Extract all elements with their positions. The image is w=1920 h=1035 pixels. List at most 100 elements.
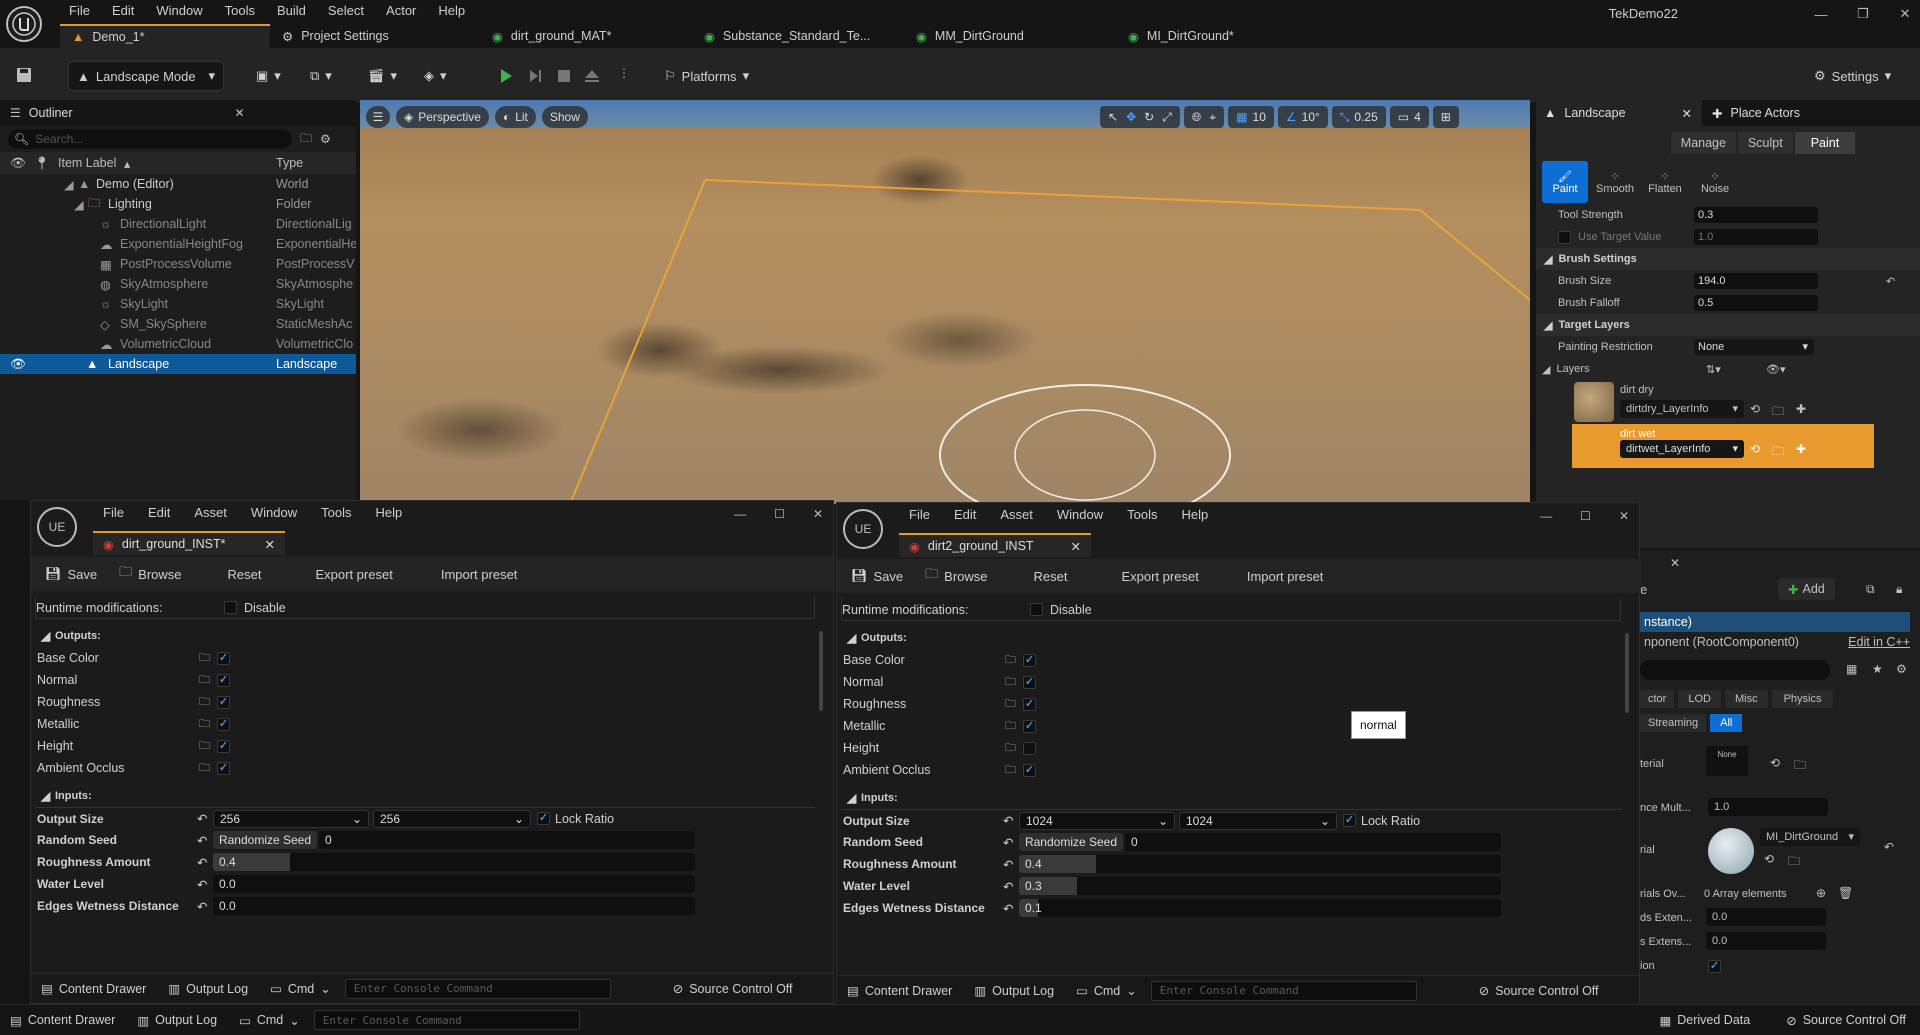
reset-icon[interactable]: ↶ [1003, 813, 1013, 828]
content-drawer-button[interactable]: Content Drawer [865, 984, 953, 998]
chevron-down-icon[interactable]: ⌄ [320, 981, 330, 996]
water-level-slider[interactable]: 0.0 [213, 875, 695, 893]
output-checkbox[interactable] [217, 673, 230, 687]
use-target-input[interactable]: 1.0 [1694, 229, 1818, 245]
tool-strength-input[interactable]: 0.3 [1694, 207, 1818, 223]
brush-falloff-input[interactable]: 0.5 [1694, 295, 1818, 311]
texture-mult-input[interactable]: 1.0 [1708, 798, 1828, 816]
menu-window[interactable]: Window [239, 505, 309, 520]
rotate-icon[interactable]: ↻ [1144, 110, 1154, 124]
more-options-icon[interactable]: ⋮ [618, 66, 630, 80]
maximize-icon[interactable]: ☐ [1580, 509, 1591, 523]
world-icon[interactable]: 🌐︎ [1192, 110, 1202, 125]
close-icon[interactable]: ✕ [1619, 509, 1629, 523]
output-checkbox[interactable] [1023, 763, 1036, 777]
output-checkbox[interactable] [1023, 719, 1036, 733]
component-instance-row[interactable]: nstance) [1640, 612, 1910, 632]
step-icon[interactable] [526, 66, 546, 86]
play-icon[interactable] [496, 66, 516, 86]
filter-physics[interactable]: Physics [1771, 690, 1834, 708]
star-icon[interactable]: ★ [1872, 662, 1883, 676]
output-width-dropdown[interactable]: 256 ⌄ [213, 809, 369, 828]
search-input[interactable]: 🔍︎ Search... [8, 129, 292, 149]
source-control-button[interactable]: Source Control Off [1803, 1013, 1906, 1027]
save-button[interactable]: Save [874, 569, 904, 584]
scale-snap[interactable]: ⤡ 0.25 [1331, 106, 1386, 128]
import-preset-button[interactable]: Import preset [1247, 569, 1324, 584]
unreal-logo-icon[interactable]: UE [843, 509, 883, 549]
new-folder-icon[interactable]: 🗀 [300, 129, 312, 150]
cmd-button[interactable]: Cmd [257, 1013, 283, 1027]
material-dropdown[interactable]: MI_DirtGround ▾ [1760, 828, 1860, 846]
menu-asset[interactable]: Asset [182, 505, 239, 520]
menu-tools[interactable]: Tools [309, 505, 363, 520]
reset-icon[interactable]: ↶ [1003, 879, 1013, 894]
collapse-icon[interactable]: ◢ [64, 177, 74, 192]
minimize-icon[interactable]: — [1814, 7, 1828, 22]
maximize-viewport-icon[interactable]: ⊞ [1432, 106, 1459, 128]
hamburger-icon[interactable]: ☰ [366, 106, 390, 128]
output-width-dropdown[interactable]: 1024 ⌄ [1019, 811, 1175, 830]
output-checkbox[interactable] [1023, 697, 1036, 711]
browse-folder-icon[interactable]: 🗀 [1772, 402, 1784, 423]
add-icon[interactable]: ✚ [1796, 402, 1806, 416]
output-log-button[interactable]: Output Log [992, 984, 1054, 998]
save-all-icon[interactable] [14, 65, 34, 85]
filter-lod[interactable]: LOD [1678, 690, 1721, 708]
output-export-icon[interactable]: 🗀 [199, 649, 210, 668]
menu-window[interactable]: Window [1045, 507, 1115, 522]
seed-input[interactable]: 0 [1125, 833, 1501, 851]
unreal-logo-icon[interactable] [6, 6, 42, 42]
randomize-seed-button[interactable]: Randomize Seed [1019, 833, 1123, 851]
column-type[interactable]: Type [276, 156, 303, 170]
output-checkbox[interactable] [217, 717, 230, 731]
edges-wetness-slider[interactable]: 0.0 [213, 897, 695, 915]
output-export-icon[interactable]: 🗀 [199, 671, 210, 690]
tool-smooth[interactable]: ⁘ Smooth [1592, 161, 1638, 203]
close-icon[interactable]: ✕ [1071, 539, 1081, 554]
menu-file[interactable]: File [91, 505, 136, 520]
menu-tools[interactable]: Tools [1115, 507, 1169, 522]
gear-icon[interactable]: ⚙ [320, 132, 331, 146]
browse-folder-icon[interactable]: 🗀 [1788, 852, 1800, 873]
close-icon[interactable]: ✕ [1682, 106, 1692, 121]
randomize-seed-button[interactable]: Randomize Seed [213, 831, 317, 849]
sort-icon[interactable]: ⇅▾ [1706, 363, 1721, 376]
layer-dirt-wet[interactable]: dirt wet dirtwet_LayerInfo ▾ ⟲ 🗀 ✚ [1572, 424, 1874, 468]
eye-icon[interactable]: 👁︎ [10, 357, 26, 372]
use-asset-icon[interactable]: ⟲ [1764, 852, 1774, 866]
camera-speed[interactable]: ▭ 4 [1389, 106, 1429, 128]
output-export-icon[interactable]: 🗀 [199, 759, 210, 778]
scrollbar[interactable] [819, 631, 823, 711]
menu-help[interactable]: Help [363, 505, 414, 520]
pin-icon[interactable]: 📍︎ [34, 156, 50, 171]
section-brush-settings[interactable]: ◢ Brush Settings [1536, 248, 1920, 270]
content-drawer-button[interactable]: Content Drawer [28, 1013, 116, 1027]
surface-snap-icon[interactable]: ⌖ [1209, 110, 1216, 125]
tab-mi-dirtground[interactable]: ◉ MI_DirtGround* [1116, 24, 1328, 48]
filter-misc[interactable]: Misc [1724, 690, 1768, 708]
platforms-button[interactable]: ⚐ Platforms ▾ [656, 61, 757, 91]
console-input[interactable]: Enter Console Command [313, 1010, 580, 1030]
reset-icon[interactable]: ↶ [1003, 901, 1013, 916]
select-icon[interactable]: ↖ [1108, 110, 1118, 124]
close-icon[interactable]: ✕ [235, 106, 245, 120]
tab-substance-standard[interactable]: ◉ Substance_Standard_Te... [692, 24, 904, 48]
cmd-button[interactable]: Cmd [1094, 984, 1120, 998]
tree-row[interactable]: ◍ SkyAtmosphere SkyAtmosphe [0, 274, 356, 294]
level-viewport[interactable]: ☰ ◈ Perspective ◐ Lit Show ↖ ✥ ↻ ⤢ 🌐︎ ⌖ ▦ 1… [360, 100, 1530, 504]
add-content-button[interactable]: ▣ ▾ [248, 61, 289, 91]
lit-button[interactable]: ◐ Lit [494, 106, 536, 128]
restore-icon[interactable]: ❐ [1856, 6, 1870, 22]
collapse-icon[interactable]: ◢ [74, 197, 84, 212]
browse-button[interactable]: Browse [138, 567, 181, 582]
scale-icon[interactable]: ⤢ [1162, 110, 1172, 125]
close-icon[interactable]: ✕ [265, 537, 275, 552]
mode-paint[interactable]: Paint [1794, 132, 1856, 154]
menu-select[interactable]: Select [317, 0, 375, 22]
output-log-button[interactable]: Output Log [155, 1013, 217, 1027]
inputs-section[interactable]: ◢ Inputs: [841, 787, 1621, 809]
reset-icon[interactable]: ↶ [197, 877, 207, 892]
browse-folder-icon[interactable]: 🗀 [1772, 442, 1784, 463]
filter-streaming[interactable]: Streaming [1640, 714, 1707, 732]
